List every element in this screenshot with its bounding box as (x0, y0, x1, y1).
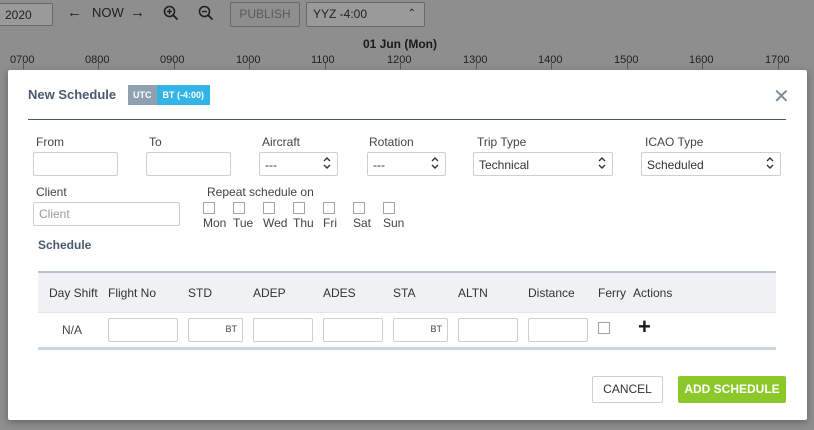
day-label: Fri (323, 216, 337, 230)
column-header: STA (393, 286, 416, 300)
rotation-value: --- (373, 158, 385, 172)
timezone-select[interactable]: YYZ -4:00 ⌃ (306, 2, 425, 27)
std-timezone-suffix: BT (225, 324, 237, 334)
zoom-out-icon[interactable] (198, 5, 214, 24)
sta-timezone-suffix: BT (430, 324, 442, 334)
rotation-select[interactable]: --- (367, 152, 446, 176)
column-header: Day Shift (49, 286, 98, 300)
column-header: Distance (528, 286, 575, 300)
add-row-icon[interactable]: + (638, 316, 651, 338)
trip-type-label: Trip Type (477, 135, 527, 149)
new-schedule-modal: New Schedule UTC BT (-4:00) ✕ From To Ai… (8, 70, 807, 420)
arrow-right-icon[interactable]: → (130, 4, 145, 21)
client-input[interactable]: Client (33, 202, 180, 226)
chevron-updown-icon (598, 157, 606, 169)
column-header: STD (188, 286, 212, 300)
day-checkbox-fri[interactable] (323, 202, 335, 214)
grid-tick (778, 63, 779, 69)
date-field[interactable]: 2020 (0, 3, 53, 26)
grid-tick (249, 63, 250, 69)
ferry-checkbox[interactable] (598, 322, 610, 334)
from-input[interactable] (33, 152, 118, 176)
schedule-table-header: Day Shift Flight No STD ADEP ADES STA AL… (38, 271, 776, 313)
hour-label: 1100 (311, 54, 335, 66)
column-header: ADES (323, 286, 356, 300)
rotation-label: Rotation (369, 135, 414, 149)
day-checkbox-tue[interactable] (233, 202, 245, 214)
grid-tick (98, 63, 99, 69)
title-divider (28, 119, 786, 120)
to-input[interactable] (146, 152, 231, 176)
grid-tick (476, 63, 477, 69)
grid-tick (702, 63, 703, 69)
table-bottom-border (38, 347, 776, 350)
day-label: Mon (203, 216, 227, 230)
publish-button[interactable]: PUBLISH (230, 2, 300, 27)
row-divider (38, 312, 776, 313)
from-label: From (36, 135, 64, 149)
day-checkbox-sat[interactable] (353, 202, 365, 214)
chevron-updown-icon (323, 157, 331, 169)
repeat-label: Repeat schedule on (207, 185, 314, 199)
grid-tick (174, 63, 175, 69)
grid-tick (400, 63, 401, 69)
timezone-value: YYZ -4:00 (313, 7, 368, 21)
cancel-button[interactable]: CANCEL (592, 376, 663, 403)
column-header: ADEP (253, 286, 286, 300)
distance-input[interactable] (528, 318, 588, 342)
chevron-updown-icon (766, 157, 774, 169)
sta-input[interactable]: BT (393, 318, 448, 342)
column-header: Actions (633, 286, 673, 300)
close-icon[interactable]: ✕ (773, 84, 790, 109)
now-button[interactable]: NOW (92, 5, 124, 20)
ades-input[interactable] (323, 318, 383, 342)
chevron-updown-icon: ⌃ (407, 8, 416, 19)
icao-type-value: Scheduled (647, 158, 704, 172)
day-checkbox-sun[interactable] (383, 202, 395, 214)
schedule-heading: Schedule (38, 238, 92, 252)
hour-label: 0900 (160, 54, 185, 66)
grid-tick (325, 63, 326, 69)
day-label: Sun (383, 216, 405, 230)
grid-tick (23, 63, 24, 69)
chevron-updown-icon (431, 157, 439, 169)
aircraft-label: Aircraft (262, 135, 301, 149)
trip-type-value: Technical (479, 158, 530, 172)
arrow-left-icon[interactable]: ← (67, 4, 82, 21)
add-schedule-button[interactable]: ADD SCHEDULE (678, 376, 786, 403)
day-label: Sat (353, 216, 372, 230)
tz-bt-toggle[interactable]: BT (-4:00) (156, 85, 211, 105)
tz-utc-toggle[interactable]: UTC (128, 85, 157, 105)
aircraft-value: --- (265, 158, 277, 172)
grid-tick (551, 63, 552, 69)
timeline-hours: 0700 0800 0900 1000 1100 1200 1300 1400 … (0, 54, 814, 68)
column-header: Flight No (108, 286, 157, 300)
modal-title: New Schedule (28, 87, 117, 102)
trip-type-select[interactable]: Technical (473, 152, 613, 176)
aircraft-select[interactable]: --- (259, 152, 338, 176)
adep-input[interactable] (253, 318, 313, 342)
client-label: Client (36, 185, 67, 199)
timezone-badge[interactable]: UTC BT (-4:00) (128, 85, 211, 105)
day-checkbox-thu[interactable] (293, 202, 305, 214)
icao-type-label: ICAO Type (645, 135, 704, 149)
day-shift-value: N/A (62, 323, 83, 337)
day-checkbox-mon[interactable] (203, 202, 215, 214)
day-label: Tue (233, 216, 254, 230)
to-label: To (149, 135, 162, 149)
day-checkbox-wed[interactable] (263, 202, 275, 214)
timeline-date-title: 01 Jun (Mon) (363, 37, 437, 51)
altn-input[interactable] (458, 318, 518, 342)
zoom-in-icon[interactable] (163, 5, 179, 24)
std-input[interactable]: BT (188, 318, 243, 342)
flight-no-input[interactable] (108, 318, 178, 342)
icao-type-select[interactable]: Scheduled (641, 152, 781, 176)
day-label: Wed (263, 216, 288, 230)
grid-tick (627, 63, 628, 69)
column-header: Ferry (598, 286, 626, 300)
column-header: ALTN (458, 286, 488, 300)
day-label: Thu (293, 216, 314, 230)
